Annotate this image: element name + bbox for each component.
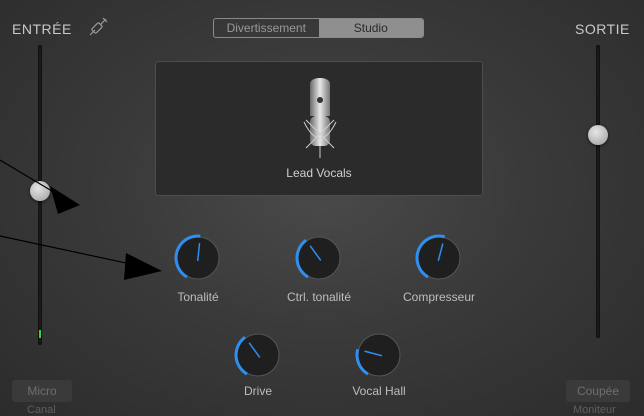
ctrl-tonalite-knob[interactable] <box>294 233 344 283</box>
canal-label[interactable]: Canal <box>27 404 56 416</box>
annotation-arrow-knob <box>0 235 141 267</box>
drive-label: Drive <box>243 384 272 398</box>
tonalite-knob[interactable] <box>173 233 223 283</box>
instrument-cable-icon[interactable] <box>86 15 110 39</box>
annotation-arrowhead-slider <box>50 186 80 214</box>
tonalite-label: Tonalité <box>177 290 219 304</box>
compresseur-knob[interactable] <box>414 233 464 283</box>
input-title: ENTRÉE <box>12 21 72 37</box>
output-level-slider-thumb[interactable] <box>588 125 608 145</box>
moniteur-label[interactable]: Moniteur <box>573 404 616 416</box>
vocal-hall-knob[interactable] <box>354 330 404 380</box>
microphone-icon <box>303 78 337 158</box>
input-level-slider-thumb[interactable] <box>30 181 50 201</box>
vocal-hall-label: Vocal Hall <box>352 384 406 398</box>
compresseur-label: Compresseur <box>402 290 476 304</box>
tab-divertissement[interactable]: Divertissement <box>214 19 319 37</box>
micro-button[interactable]: Micro <box>12 380 72 402</box>
mute-button[interactable]: Coupée <box>566 380 630 402</box>
drive-knob[interactable] <box>233 330 283 380</box>
ctrl-tonalite-label: Ctrl. tonalité <box>286 290 352 304</box>
output-title: SORTIE <box>575 21 630 37</box>
tab-studio[interactable]: Studio <box>318 19 423 37</box>
patch-name: Lead Vocals <box>286 166 352 180</box>
output-level-slider[interactable] <box>596 45 600 338</box>
mode-segmented-control[interactable]: Divertissement Studio <box>213 18 424 38</box>
input-level-meter <box>39 330 41 338</box>
annotation-arrowhead-knob <box>124 253 162 280</box>
